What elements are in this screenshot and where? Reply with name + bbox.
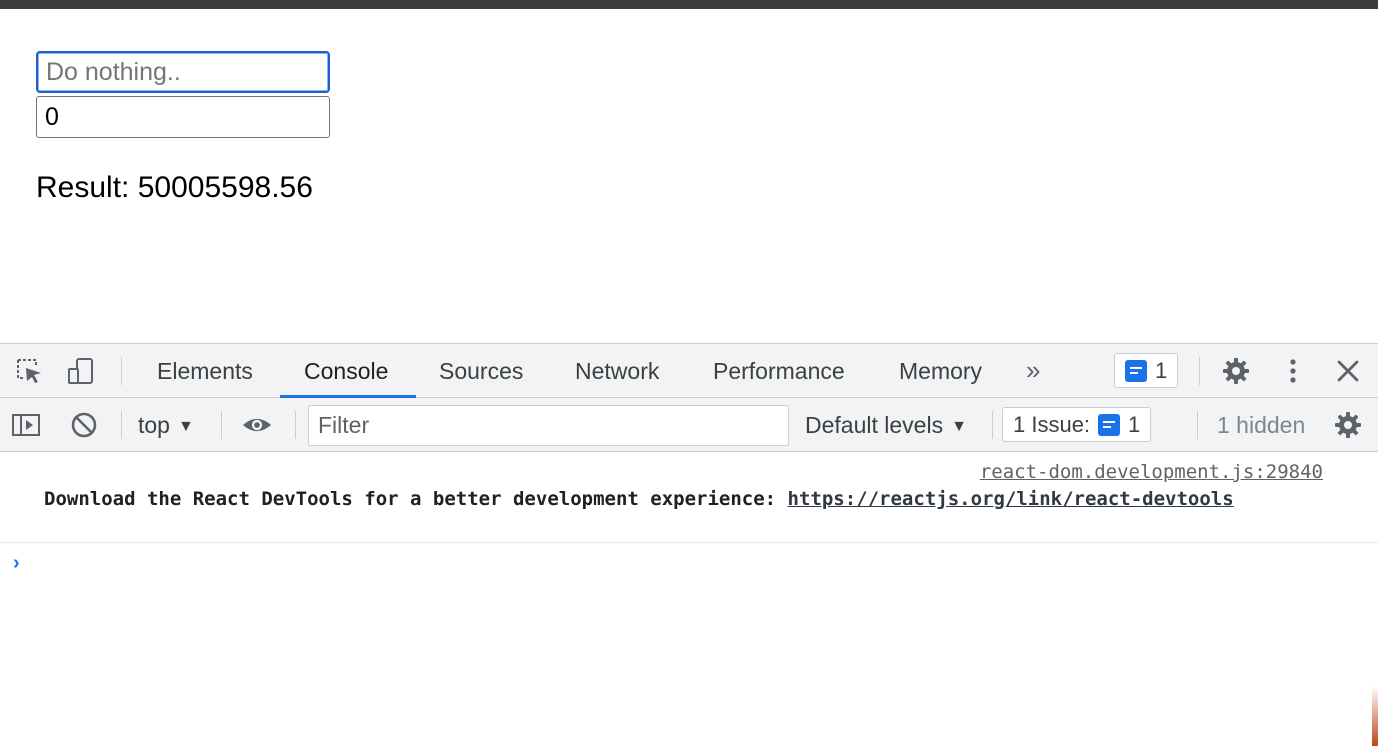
- inspect-element-icon[interactable]: [14, 356, 44, 386]
- console-message: react-dom.development.js:29840 Download …: [0, 452, 1378, 543]
- result-text: Result: 50005598.56: [36, 171, 313, 205]
- log-levels-dropdown[interactable]: Default levels ▼: [805, 398, 967, 452]
- device-toolbar-icon[interactable]: [66, 356, 96, 386]
- divider: [121, 411, 122, 439]
- console-settings-gear-icon[interactable]: [1333, 410, 1363, 440]
- divider: [1197, 411, 1198, 439]
- devtools-tab-bar: Elements Console Sources Network Perform…: [0, 344, 1378, 398]
- divider: [992, 411, 993, 439]
- caret-down-icon: ▼: [951, 418, 967, 435]
- tab-console[interactable]: Console: [304, 344, 388, 398]
- message-icon: [1098, 413, 1121, 436]
- divider: [121, 357, 122, 385]
- clear-console-icon[interactable]: [69, 410, 99, 440]
- divider: [295, 411, 296, 439]
- settings-gear-icon[interactable]: [1221, 356, 1251, 386]
- window-corner: [1372, 686, 1378, 746]
- tab-elements[interactable]: Elements: [157, 344, 253, 398]
- console-output: react-dom.development.js:29840 Download …: [0, 452, 1378, 746]
- tab-sources[interactable]: Sources: [439, 344, 523, 398]
- source-link[interactable]: react-dom.development.js:29840: [980, 461, 1323, 483]
- result-value: 50005598.56: [137, 171, 313, 204]
- context-selector[interactable]: top ▼: [138, 398, 194, 452]
- context-label: top: [138, 412, 170, 438]
- kebab-menu-icon[interactable]: [1278, 356, 1308, 386]
- divider: [221, 411, 222, 439]
- eye-icon[interactable]: [242, 410, 272, 440]
- message-body: Download the React DevTools for a better…: [44, 488, 788, 510]
- tab-network[interactable]: Network: [575, 344, 659, 398]
- tab-memory[interactable]: Memory: [899, 344, 982, 398]
- tab-performance[interactable]: Performance: [713, 344, 845, 398]
- close-icon[interactable]: [1333, 356, 1363, 386]
- caret-down-icon: ▼: [177, 418, 194, 435]
- devtools-link[interactable]: https://reactjs.org/link/react-devtools: [788, 488, 1234, 510]
- devtools-panel: Elements Console Sources Network Perform…: [0, 343, 1378, 746]
- issues-count: 1: [1128, 411, 1141, 437]
- sidebar-toggle-icon[interactable]: [11, 410, 41, 440]
- messages-badge[interactable]: 1: [1114, 353, 1179, 388]
- number-input[interactable]: [36, 96, 330, 138]
- console-toolbar: top ▼ Default levels ▼ 1 Issue: 1 1 hidden: [0, 398, 1378, 452]
- levels-label: Default levels: [805, 412, 944, 438]
- more-tabs-button[interactable]: »: [1026, 344, 1040, 398]
- divider: [1199, 357, 1200, 385]
- console-message-text: Download the React DevTools for a better…: [44, 486, 1334, 512]
- issues-button[interactable]: 1 Issue: 1: [1002, 407, 1152, 442]
- message-icon: [1125, 359, 1147, 382]
- text-input[interactable]: [36, 51, 330, 93]
- issues-label: 1 Issue:: [1013, 411, 1091, 437]
- filter-input[interactable]: [308, 405, 789, 446]
- messages-count: 1: [1155, 357, 1168, 383]
- console-prompt-icon[interactable]: ›: [13, 552, 20, 575]
- page-content: Result: 50005598.56: [0, 9, 1378, 343]
- result-label: Result:: [36, 171, 130, 204]
- hidden-messages-count: 1 hidden: [1217, 412, 1306, 438]
- browser-top-bar: [0, 0, 1378, 9]
